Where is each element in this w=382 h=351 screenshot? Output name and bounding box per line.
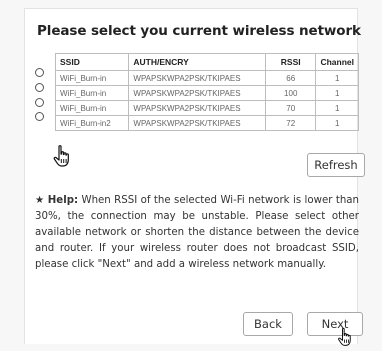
network-radio-group — [35, 68, 44, 127]
back-button[interactable]: Back — [243, 312, 293, 336]
table-row[interactable]: WiFi_Burn-in WPAPSKWPA2PSK/TKIPAES 70 1 — [54, 100, 359, 116]
table-header-row: SSID AUTH/ENCRY RSSI Channel — [54, 53, 359, 71]
cell-auth: WPAPSKWPA2PSK/TKIPAES — [128, 115, 266, 131]
cell-channel: 1 — [315, 100, 359, 116]
hand-pointer-icon — [337, 327, 353, 351]
network-table: SSID AUTH/ENCRY RSSI Channel WiFi_Burn-i… — [54, 53, 359, 131]
network-radio-1[interactable] — [35, 68, 44, 77]
cell-ssid: WiFi_Burn-in2 — [54, 115, 130, 131]
star-icon: ★ — [35, 195, 45, 206]
cell-rssi: 72 — [264, 115, 317, 131]
cell-rssi: 70 — [264, 100, 317, 116]
page-title: Please select you current wireless netwo… — [37, 23, 361, 39]
cell-auth: WPAPSKWPA2PSK/TKIPAES — [128, 70, 266, 86]
help-body: When RSSI of the selected Wi-Fi network … — [35, 195, 359, 270]
header-channel: Channel — [315, 53, 359, 71]
help-label: Help: — [47, 195, 79, 206]
cell-ssid: WiFi_Burn-in — [54, 70, 130, 86]
cell-auth: WPAPSKWPA2PSK/TKIPAES — [128, 85, 266, 101]
table-row[interactable]: WiFi_Burn-in WPAPSKWPA2PSK/TKIPAES 100 1 — [54, 85, 359, 101]
cell-ssid: WiFi_Burn-in — [54, 100, 130, 116]
cell-ssid: WiFi_Burn-in — [54, 85, 130, 101]
cell-channel: 1 — [315, 70, 359, 86]
cell-auth: WPAPSKWPA2PSK/TKIPAES — [128, 100, 266, 116]
network-radio-2[interactable] — [35, 82, 44, 92]
next-button[interactable]: Next — [307, 312, 363, 336]
cell-channel: 1 — [315, 115, 359, 131]
cell-channel: 1 — [315, 85, 359, 101]
cell-rssi: 100 — [264, 85, 317, 101]
network-radio-4[interactable] — [35, 112, 44, 122]
header-ssid: SSID — [54, 53, 130, 71]
wifi-select-panel: Please select you current wireless netwo… — [24, 8, 365, 346]
refresh-button[interactable]: Refresh — [307, 153, 365, 177]
table-row[interactable]: WiFi_Burn-in2 WPAPSKWPA2PSK/TKIPAES 72 1 — [54, 115, 359, 131]
network-radio-3[interactable] — [35, 97, 44, 107]
hand-pointer-icon — [53, 144, 71, 172]
header-auth: AUTH/ENCRY — [128, 53, 266, 71]
help-text: ★ Help: When RSSI of the selected Wi-Fi … — [35, 193, 359, 273]
header-rssi: RSSI — [264, 53, 317, 71]
table-row[interactable]: WiFi_Burn-in WPAPSKWPA2PSK/TKIPAES 66 1 — [54, 70, 359, 86]
cell-rssi: 66 — [264, 70, 317, 86]
